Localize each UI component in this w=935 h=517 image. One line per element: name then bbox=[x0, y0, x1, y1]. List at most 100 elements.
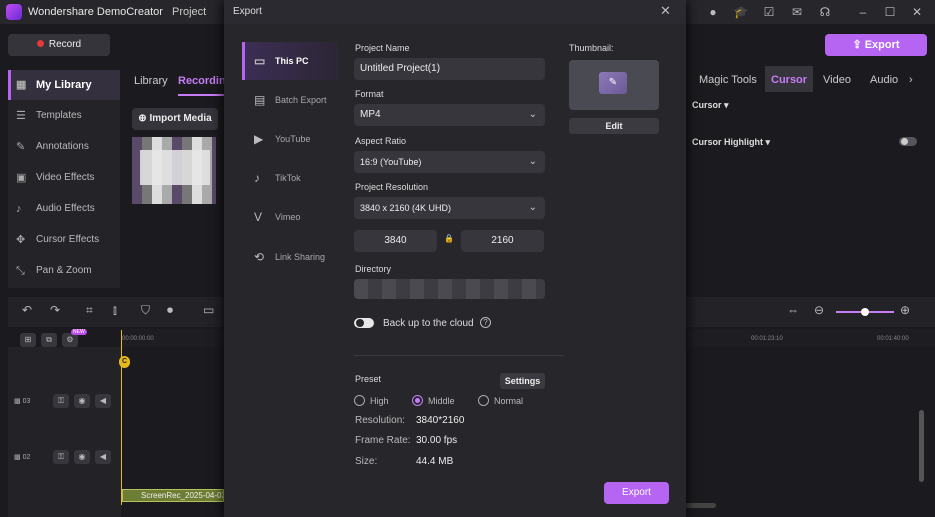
aspect-ratio-select[interactable]: 16:9 (YouTube) ⌄ bbox=[354, 151, 545, 173]
nav-item-audio-effects[interactable]: ♪ Audio Effects bbox=[8, 194, 120, 224]
directory-input[interactable] bbox=[354, 279, 545, 299]
redo-icon[interactable]: ↷ bbox=[50, 303, 60, 317]
microphone-icon[interactable]: ⏺ bbox=[167, 303, 173, 318]
dialog-close-icon[interactable]: ✕ bbox=[660, 3, 671, 19]
share-icon: ⟲ bbox=[254, 250, 265, 264]
nav-active-bar bbox=[8, 70, 11, 100]
mail-icon[interactable]: ✉ bbox=[789, 4, 805, 20]
settings-button[interactable]: Settings bbox=[500, 373, 545, 389]
aspect-ratio-label: Aspect Ratio bbox=[355, 136, 407, 146]
copy-track-icon[interactable]: ⧉ bbox=[41, 333, 57, 347]
vimeo-icon: V bbox=[254, 210, 263, 224]
dialog-header bbox=[224, 0, 686, 24]
record-button[interactable]: Record bbox=[8, 34, 110, 56]
chevron-right-icon[interactable]: › bbox=[909, 66, 913, 92]
export-button[interactable]: ⇪ Export bbox=[825, 34, 927, 56]
dialog-side-vimeo[interactable]: V Vimeo bbox=[242, 198, 338, 236]
dialog-side-link-sharing[interactable]: ⟲ Link Sharing bbox=[242, 238, 338, 276]
lock-track-icon[interactable]: ⚿ bbox=[53, 394, 69, 408]
menu-project[interactable]: Project bbox=[172, 6, 206, 18]
preset-normal-radio[interactable] bbox=[478, 395, 489, 406]
tab-audio[interactable]: Audio bbox=[870, 66, 898, 92]
dialog-side-youtube[interactable]: ▶ YouTube bbox=[242, 120, 338, 158]
export-label: Export bbox=[864, 39, 900, 51]
dialog-export-button[interactable]: Export bbox=[604, 482, 669, 504]
preset-middle-radio[interactable] bbox=[412, 395, 423, 406]
eye-icon[interactable]: ◉ bbox=[74, 450, 90, 464]
toggle-knob bbox=[901, 138, 908, 145]
tab-video[interactable]: Video bbox=[823, 66, 851, 92]
fit-icon[interactable]: ⇔ bbox=[787, 303, 799, 317]
cursor-effects-icon: ✥ bbox=[16, 234, 26, 246]
info-framerate-value: 30.00 fps bbox=[416, 435, 458, 446]
eye-icon[interactable]: ◉ bbox=[74, 394, 90, 408]
maximize-icon[interactable]: ☐ bbox=[882, 4, 898, 20]
format-label: Format bbox=[355, 89, 384, 99]
nav-item-templates[interactable]: ☰ Templates bbox=[8, 101, 120, 131]
add-track-icon[interactable]: ⊞ bbox=[20, 333, 36, 347]
undo-icon[interactable]: ↶ bbox=[22, 303, 32, 317]
import-label: Import Media bbox=[149, 113, 212, 124]
vertical-scrollbar[interactable] bbox=[919, 410, 924, 482]
nav-item-video-effects[interactable]: ▣ Video Effects bbox=[8, 163, 120, 193]
resolution-select[interactable]: 3840 x 2160 (4K UHD) ⌄ bbox=[354, 197, 545, 219]
minimize-icon[interactable]: – bbox=[855, 4, 871, 20]
height-input[interactable]: 2160 bbox=[461, 230, 544, 252]
thumbnail-edit-button[interactable]: Edit bbox=[569, 118, 659, 134]
clip-name: ScreenRec_2025-04-03 bbox=[141, 491, 224, 500]
record-label: Record bbox=[48, 39, 82, 50]
support-icon[interactable]: ☊ bbox=[817, 4, 833, 20]
tab-cursor[interactable]: Cursor bbox=[765, 66, 814, 92]
zoom-in-icon[interactable]: ⊕ bbox=[900, 303, 910, 317]
nav-item-pan-zoom[interactable]: ⤡ Pan & Zoom bbox=[8, 256, 120, 286]
import-media-button[interactable]: ⊕ Import Media bbox=[132, 108, 218, 130]
lock-track-icon[interactable]: ⚿ bbox=[53, 450, 69, 464]
tab-library[interactable]: Library bbox=[134, 75, 168, 87]
batch-icon: ▤ bbox=[254, 93, 266, 107]
help-icon[interactable]: ? bbox=[480, 317, 491, 328]
chevron-down-icon: ⌄ bbox=[528, 156, 537, 167]
info-resolution-value: 3840*2160 bbox=[416, 415, 465, 426]
tab-magic-tools[interactable]: Magic Tools bbox=[699, 66, 757, 92]
chevron-down-icon: ⌄ bbox=[528, 202, 537, 213]
cloud-backup-label: Back up to the cloud bbox=[383, 318, 474, 329]
crop-icon[interactable]: ⌗ bbox=[86, 303, 93, 318]
side-label: TikTok bbox=[275, 173, 301, 183]
upload-icon: ⇪ bbox=[852, 39, 865, 51]
aspect-lock-icon[interactable]: 🔒 bbox=[444, 234, 454, 243]
zoom-slider-knob[interactable] bbox=[861, 308, 869, 316]
dialog-side-tiktok[interactable]: ♪ TikTok bbox=[242, 159, 338, 197]
cursor-dropdown[interactable]: Cursor ▾ bbox=[692, 100, 729, 111]
nav-item-cursor-effects[interactable]: ✥ Cursor Effects bbox=[8, 225, 120, 255]
preset-high-radio[interactable] bbox=[354, 395, 365, 406]
checklist-icon[interactable]: ☑ bbox=[761, 4, 777, 20]
cursor-dropdown-label: Cursor bbox=[692, 100, 722, 110]
speaker-icon[interactable]: ◀ bbox=[95, 394, 111, 408]
width-input[interactable]: 3840 bbox=[354, 230, 437, 252]
track-settings-icon[interactable]: ⚙ bbox=[62, 333, 78, 347]
shield-icon[interactable]: ⛉ bbox=[141, 303, 150, 318]
close-icon[interactable]: ✕ bbox=[909, 4, 925, 20]
track-number: ▩ 02 bbox=[14, 453, 30, 461]
dialog-side-this-pc[interactable]: ▭ This PC bbox=[242, 42, 338, 80]
nav-item-annotations[interactable]: ✎ Annotations bbox=[8, 132, 120, 162]
timeline-clip[interactable]: ScreenRec_2025-04-03 bbox=[122, 489, 224, 502]
split-icon[interactable]: ⫾ bbox=[113, 303, 117, 318]
side-label: This PC bbox=[275, 56, 309, 66]
nav-item-my-library[interactable]: ▦ My Library bbox=[8, 70, 120, 100]
resolution-label: Project Resolution bbox=[355, 182, 429, 192]
cursor-highlight-dropdown[interactable]: Cursor Highlight ▾ bbox=[692, 137, 770, 148]
format-value: MP4 bbox=[360, 109, 381, 120]
avatar-icon[interactable]: ● bbox=[705, 4, 721, 20]
time-label: 00:01:23:10 bbox=[751, 336, 783, 342]
project-name-input[interactable]: Untitled Project(1) bbox=[354, 58, 545, 80]
dialog-side-batch-export[interactable]: ▤ Batch Export bbox=[242, 81, 338, 119]
preset-label: Preset bbox=[355, 374, 382, 384]
speaker-icon[interactable]: ◀ bbox=[95, 450, 111, 464]
graduation-cap-icon[interactable]: 🎓 bbox=[733, 4, 749, 20]
project-name-label: Project Name bbox=[355, 43, 410, 53]
format-select[interactable]: MP4 ⌄ bbox=[354, 104, 545, 126]
caption-icon[interactable]: ▭ bbox=[203, 303, 214, 317]
zoom-out-icon[interactable]: ⊖ bbox=[814, 303, 824, 317]
playhead-handle[interactable]: C bbox=[119, 356, 130, 368]
